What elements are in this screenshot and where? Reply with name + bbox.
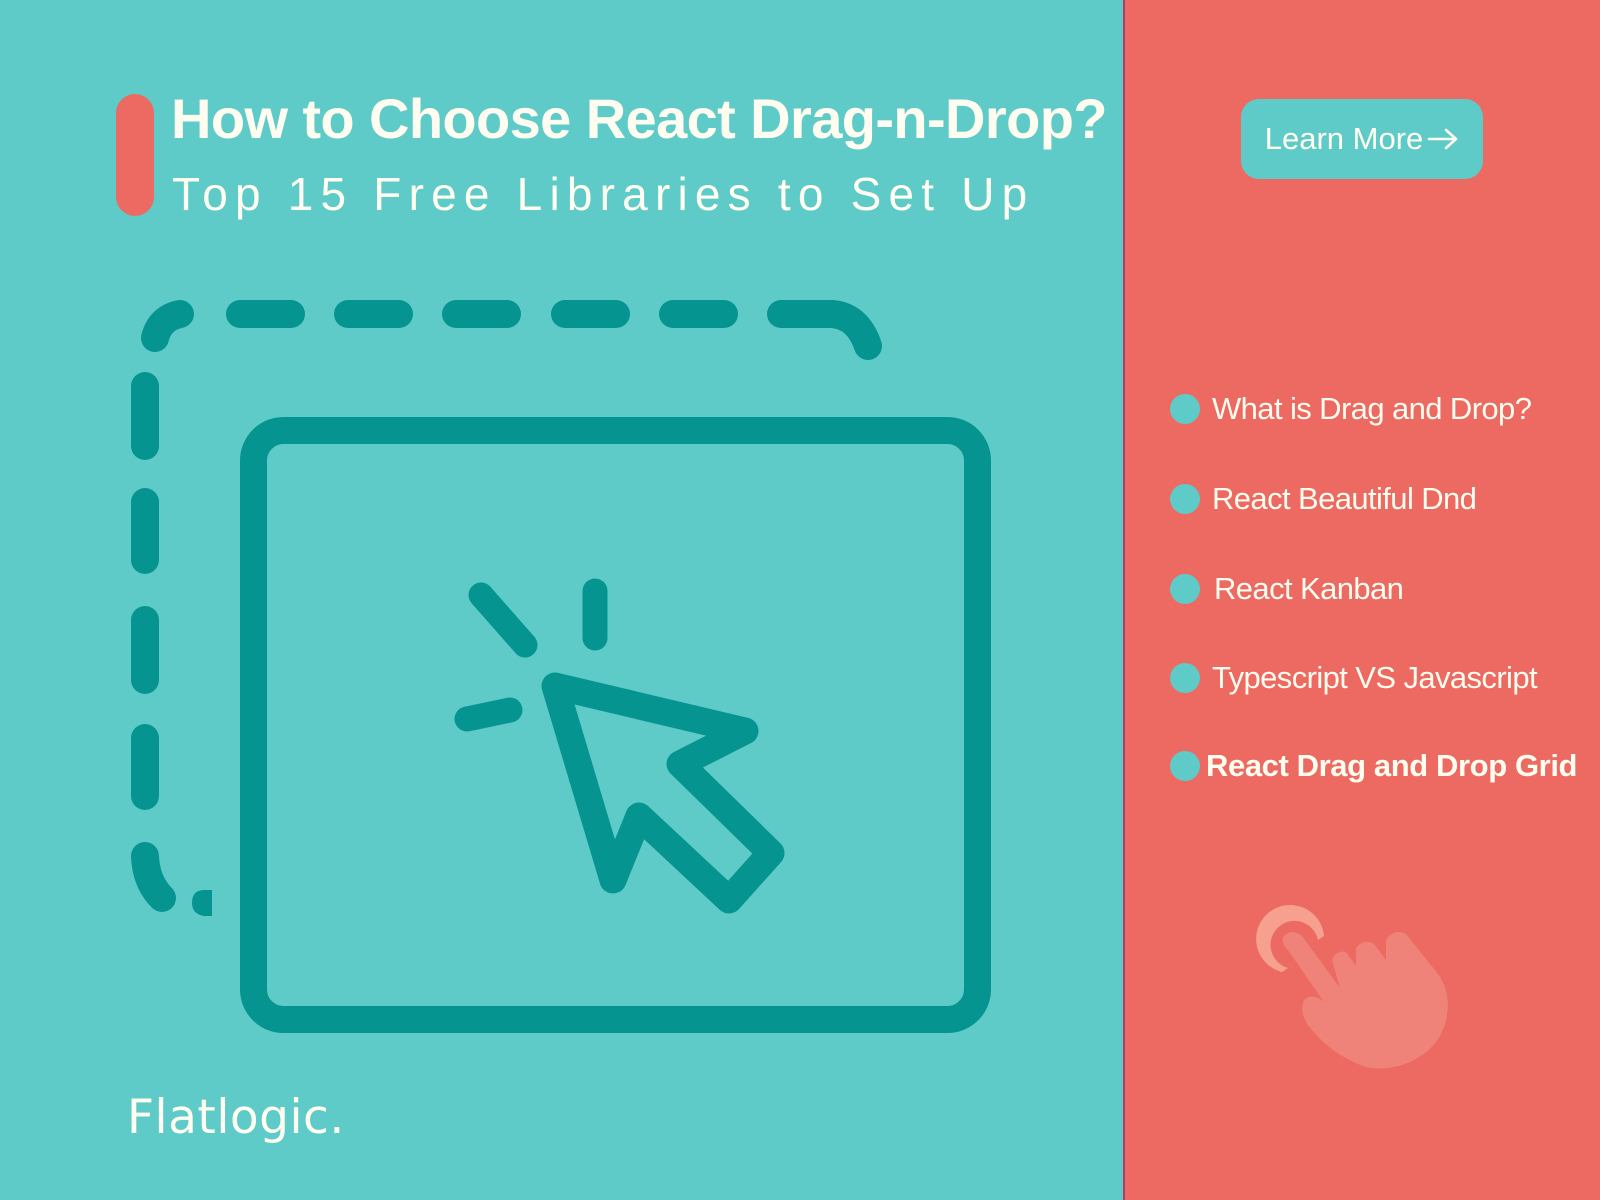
dashed-corner-top-right (767, 300, 882, 360)
bullet-dot-icon (1170, 663, 1200, 693)
dash-half-dot (192, 890, 212, 916)
dashed-corner-bottom-left (131, 842, 176, 912)
bullet-dot-icon (1170, 574, 1200, 604)
hand-shape (1282, 932, 1448, 1069)
toc-item[interactable]: React Beautiful Dnd (1170, 481, 1477, 516)
brand-logo: Flatlogic. (127, 1090, 345, 1145)
toc-item[interactable]: React Drag and Drop Grid (1170, 748, 1578, 783)
window-frame (240, 417, 991, 1033)
toc-item[interactable]: What is Drag and Drop? (1170, 391, 1532, 426)
toc-item[interactable]: Typescript VS Javascript (1170, 660, 1538, 695)
arrow-right-icon (1427, 128, 1458, 150)
bullet-dot-icon (1170, 394, 1200, 424)
toc-item[interactable]: React Kanban (1170, 571, 1404, 606)
bullet-dot-icon (1170, 484, 1200, 514)
toc-item-label: React Kanban (1214, 571, 1404, 606)
tap-hand-icon (1256, 904, 1448, 1069)
toc-item-label: Typescript VS Javascript (1212, 660, 1538, 695)
toc-item-label: React Drag and Drop Grid (1206, 748, 1578, 783)
learn-more-label: Learn More (1264, 121, 1424, 156)
learn-more-button[interactable]: Learn More (1241, 99, 1483, 179)
drag-drop-cursor-icon (131, 300, 991, 1033)
toc-item-label: React Beautiful Dnd (1212, 481, 1477, 516)
dashed-corner-top-left (141, 300, 194, 352)
toc-item-label: What is Drag and Drop? (1212, 391, 1532, 426)
bullet-dot-icon (1170, 751, 1200, 781)
cursor-arrow (541, 672, 785, 914)
